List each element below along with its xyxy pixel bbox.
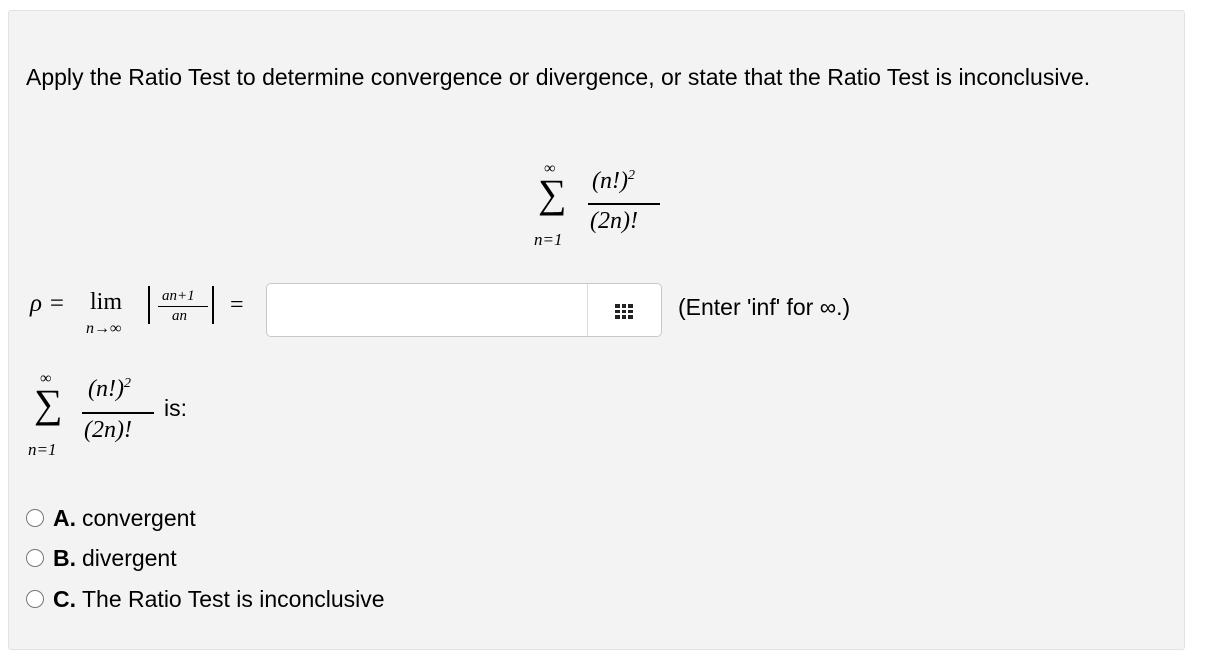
radio-button-c[interactable] <box>26 590 44 608</box>
rho-label: ρ = <box>30 290 66 317</box>
series-display-2: ∞ ∑ n=1 (n!)2 (2n)! <box>26 370 166 460</box>
abs-bar-right <box>212 286 214 324</box>
rho-answer-input[interactable] <box>267 284 587 336</box>
rho-formula: ρ = lim n→∞ an+1 an = <box>30 284 265 344</box>
lim-subscript: n→∞ <box>86 320 122 337</box>
radio-button-b[interactable] <box>26 549 44 567</box>
series-denominator-2: (2n)! <box>84 417 132 443</box>
option-b[interactable]: B. divergent <box>26 543 177 573</box>
option-a[interactable]: A. convergent <box>26 503 196 533</box>
ratio-numerator: an+1 <box>162 288 195 304</box>
question-text: Apply the Ratio Test to determine conver… <box>26 64 1091 90</box>
input-hint: (Enter 'inf' for ∞.) <box>678 294 851 320</box>
option-a-letter: A. <box>53 504 76 531</box>
abs-bar-left <box>148 286 150 324</box>
option-b-text: divergent <box>82 544 177 571</box>
series-denominator: (2n)! <box>590 208 638 234</box>
keypad-grid-icon[interactable] <box>615 304 633 319</box>
lim-label: lim <box>90 289 123 315</box>
sum-lower-limit-2: n=1 <box>28 440 57 459</box>
option-a-text: convergent <box>82 504 196 531</box>
ratio-denominator: an <box>172 308 187 324</box>
option-c-letter: C. <box>53 585 76 612</box>
option-b-letter: B. <box>53 544 76 571</box>
answer-field <box>266 283 662 337</box>
sigma-symbol-2: ∑ <box>34 381 63 426</box>
equals-sign: = <box>230 292 244 318</box>
option-c-text: The Ratio Test is inconclusive <box>82 585 385 612</box>
series-numerator-2: (n!)2 <box>88 376 131 402</box>
sum-lower-limit: n=1 <box>534 230 563 249</box>
ratio-bar <box>158 306 208 308</box>
series-numerator: (n!)2 <box>592 168 635 194</box>
series-fraction-bar <box>588 203 660 205</box>
series-fraction-bar-2 <box>82 412 154 414</box>
radio-button-a[interactable] <box>26 509 44 527</box>
input-divider <box>587 284 588 336</box>
is-label: is: <box>164 395 187 421</box>
option-c[interactable]: C. The Ratio Test is inconclusive <box>26 584 385 614</box>
sigma-symbol: ∑ <box>538 171 567 216</box>
series-display: ∞ ∑ n=1 (n!)2 (2n)! <box>530 160 670 250</box>
